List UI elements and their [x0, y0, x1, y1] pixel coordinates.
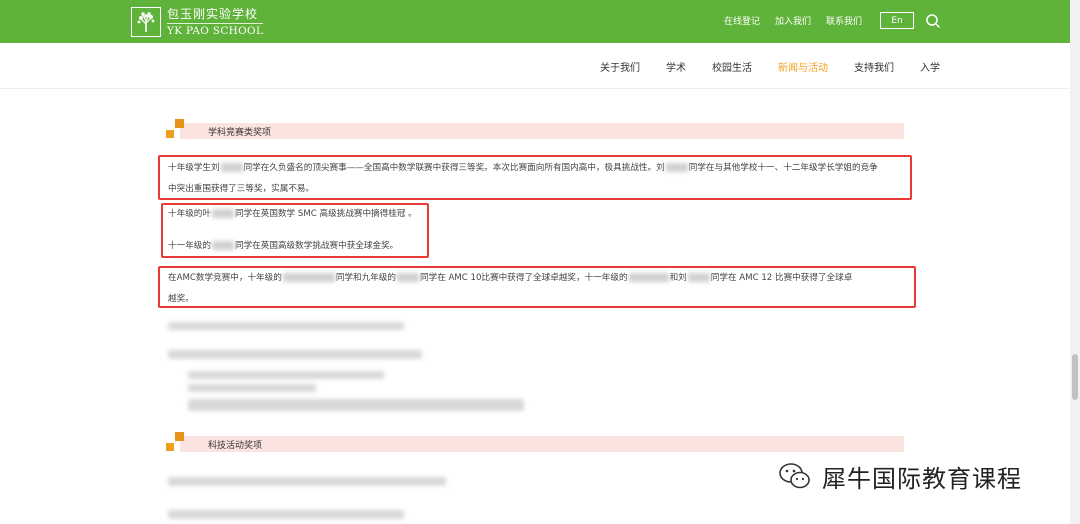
wechat-icon [779, 463, 810, 489]
link-online-register[interactable]: 在线登记 [724, 14, 760, 27]
link-join-us[interactable]: 加入我们 [775, 14, 811, 27]
nav-item-news[interactable]: 新闻与活动 [778, 59, 828, 74]
school-logo[interactable]: 包玉刚实验学校 YK PAO SCHOOL [131, 6, 264, 37]
tree-logo-icon [131, 7, 161, 37]
nav-item-campus-life[interactable]: 校园生活 [712, 59, 752, 74]
page-scrollbar[interactable] [1070, 0, 1080, 524]
redacted-text [188, 399, 524, 411]
page: 包玉刚实验学校 YK PAO SCHOOL 在线登记 加入我们 联系我们 En … [0, 0, 1080, 524]
top-links: 在线登记 加入我们 联系我们 [724, 14, 862, 27]
highlight-box [158, 155, 912, 200]
logo-english-name: YK PAO SCHOOL [167, 22, 264, 37]
nav-item-admissions[interactable]: 入学 [920, 59, 940, 74]
link-contact-us[interactable]: 联系我们 [826, 14, 862, 27]
heading-square-decoration [175, 119, 184, 128]
scrollbar-thumb[interactable] [1072, 354, 1078, 400]
heading-square-decoration [175, 432, 184, 441]
section-heading-tech: 科技活动奖项 [166, 432, 904, 454]
section-title: 科技活动奖项 [208, 441, 263, 451]
redacted-text [168, 510, 404, 519]
redacted-text [188, 384, 316, 392]
redacted-text [188, 371, 384, 379]
heading-square-decoration [166, 443, 174, 451]
nav-item-support[interactable]: 支持我们 [854, 59, 894, 74]
watermark: 犀牛国际教育课程 [778, 456, 1022, 496]
redacted-text [168, 350, 422, 359]
heading-bar [180, 436, 904, 452]
redacted-text [168, 477, 446, 486]
highlight-box [161, 203, 429, 258]
heading-square-decoration [166, 130, 174, 138]
section-heading-competition: 学科竞赛类奖项 [166, 119, 904, 141]
redacted-text [168, 322, 404, 330]
language-toggle-button[interactable]: En [880, 12, 914, 29]
section-title: 学科竞赛类奖项 [208, 128, 272, 138]
watermark-text: 犀牛国际教育课程 [822, 464, 1022, 493]
highlight-box [158, 266, 916, 308]
main-nav: 关于我们 学术 校园生活 新闻与活动 支持我们 入学 [0, 43, 1080, 89]
nav-item-about[interactable]: 关于我们 [600, 59, 640, 74]
logo-chinese-name: 包玉刚实验学校 [167, 6, 259, 21]
heading-bar [180, 123, 904, 139]
top-bar: 包玉刚实验学校 YK PAO SCHOOL 在线登记 加入我们 联系我们 En [0, 0, 1080, 43]
search-icon[interactable] [925, 13, 941, 29]
nav-item-academics[interactable]: 学术 [666, 59, 686, 74]
